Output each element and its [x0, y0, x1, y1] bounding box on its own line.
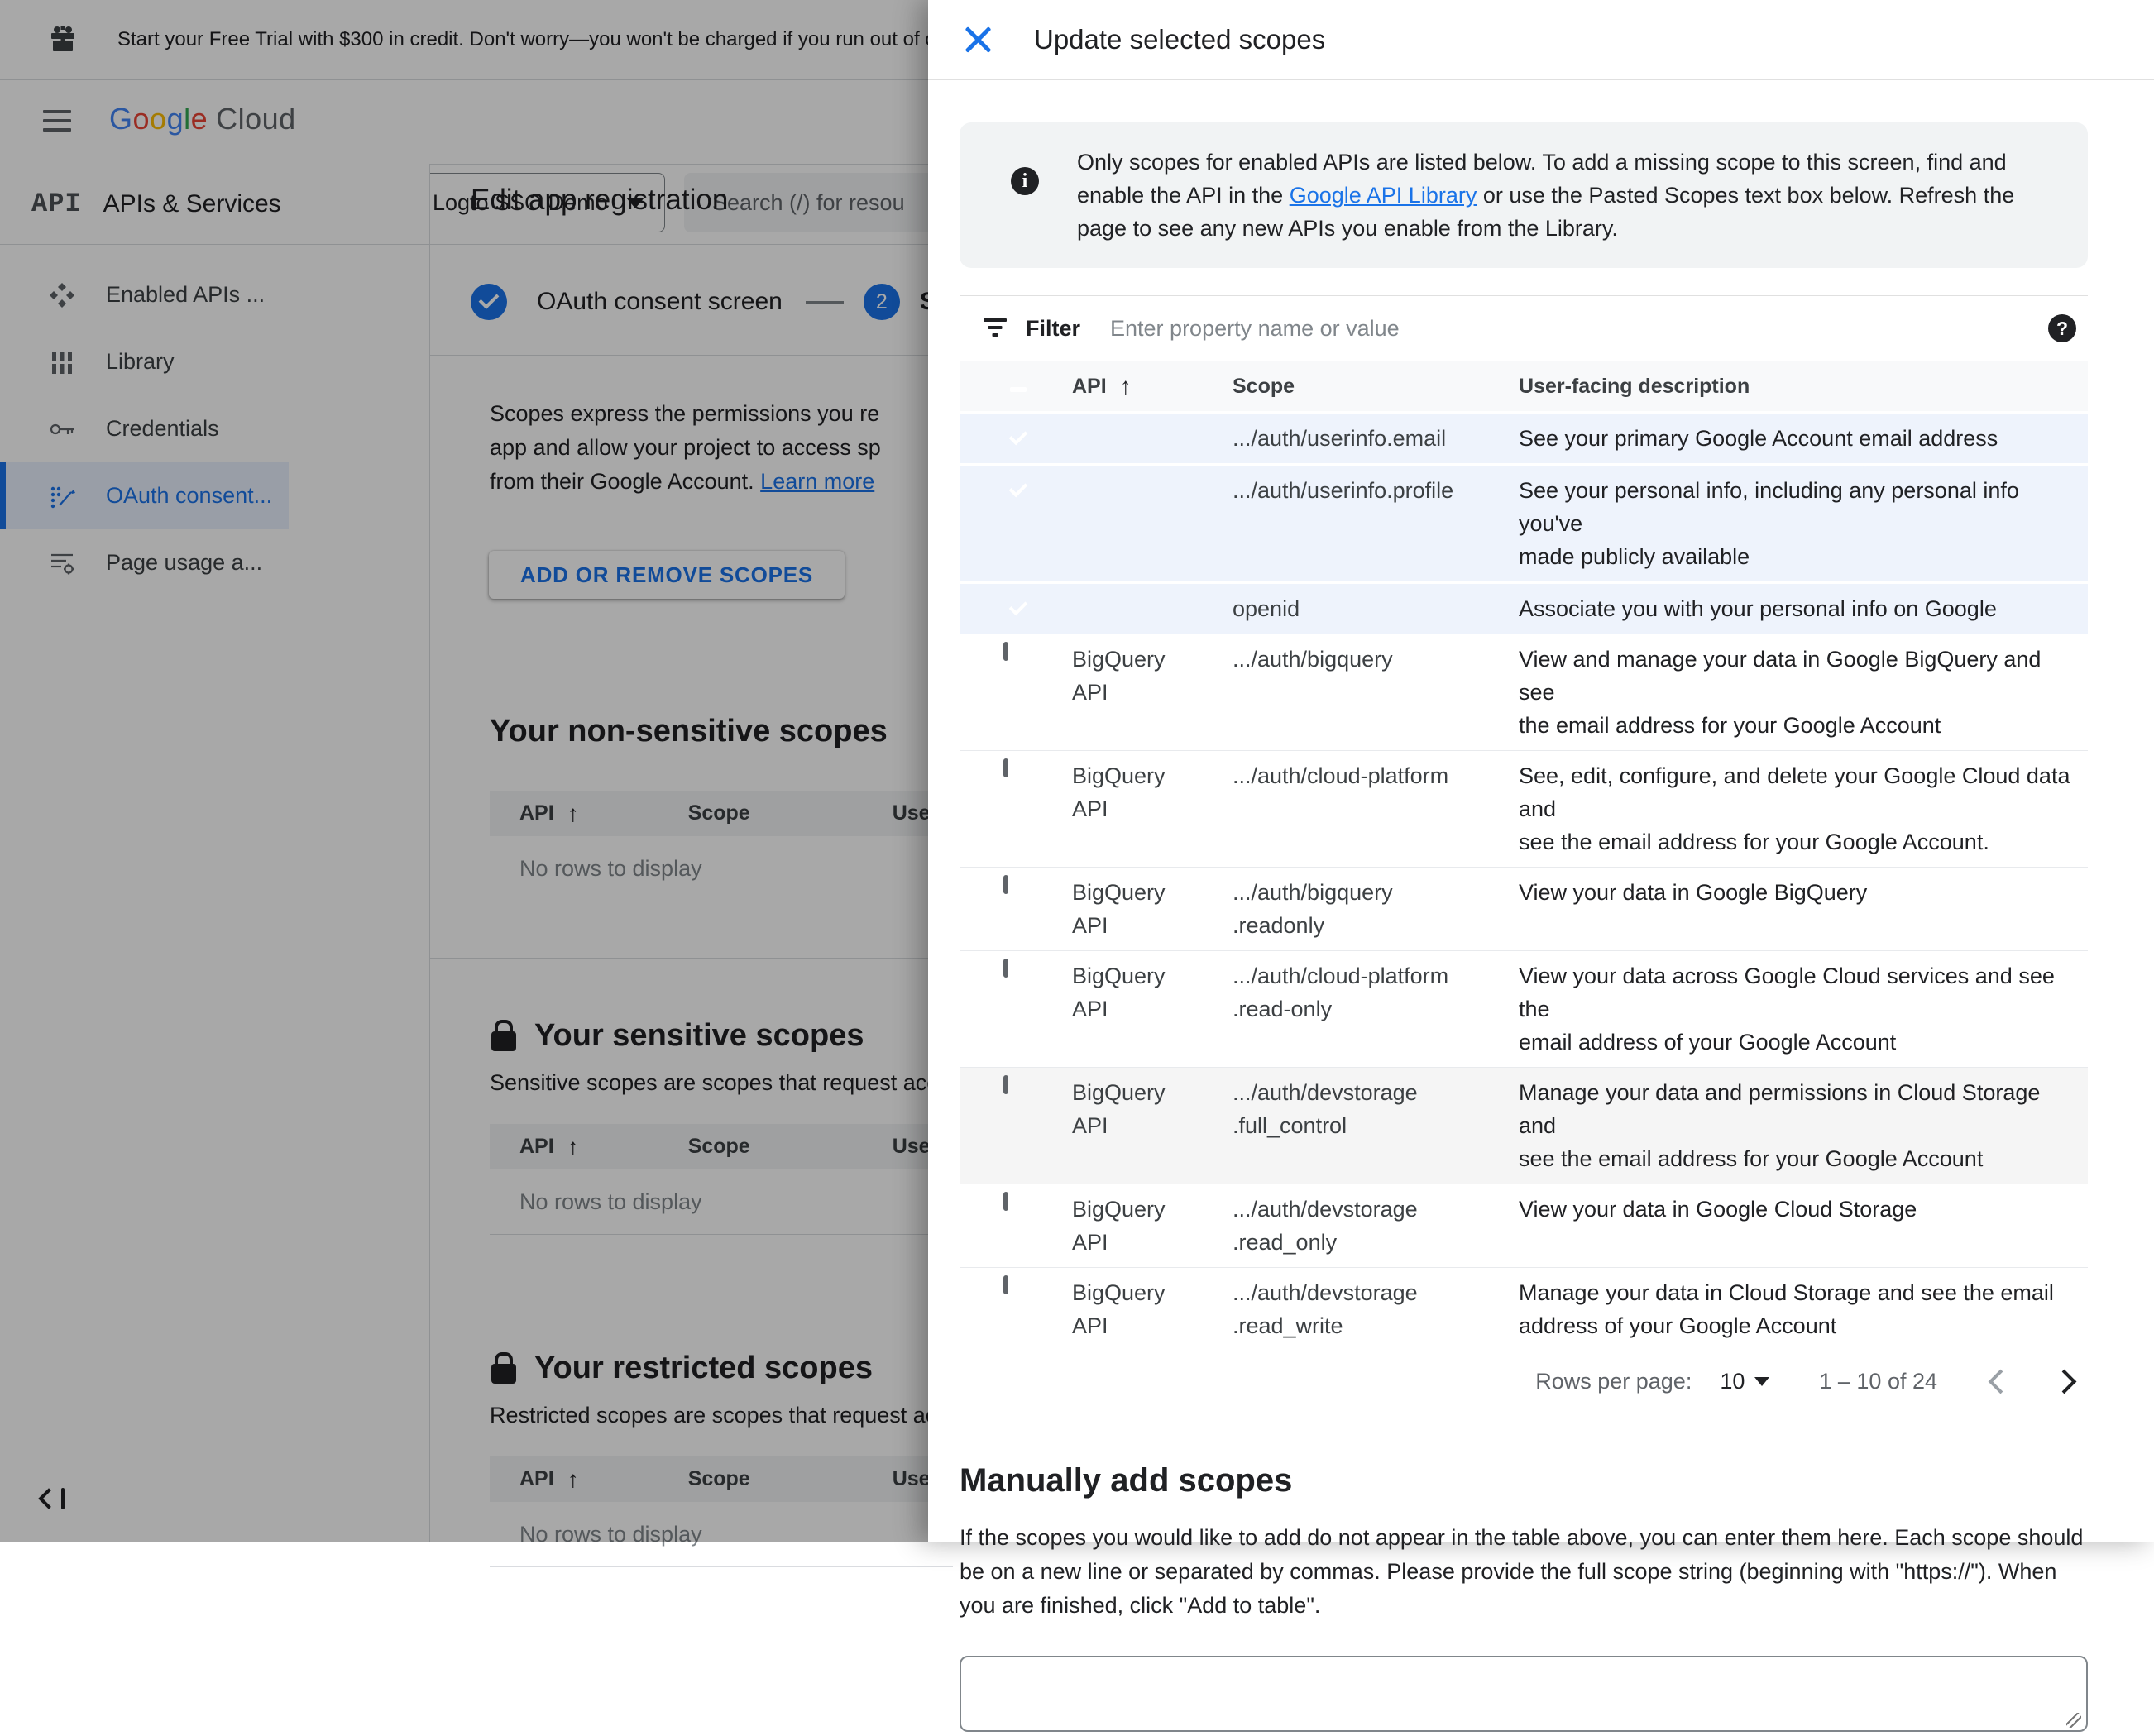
scope-row-checkbox[interactable]: [1003, 875, 1008, 894]
rows-per-page-select[interactable]: 10: [1720, 1369, 1770, 1394]
info-banner: i Only scopes for enabled APIs are liste…: [960, 122, 2088, 268]
scope-value: .../auth/bigquery: [1233, 647, 1393, 672]
scope-description: See your personal info, including any pe…: [1519, 478, 2019, 569]
scope-value: .../auth/userinfo.email: [1233, 426, 1447, 451]
help-icon[interactable]: ?: [2048, 314, 2076, 342]
scope-row-checkbox[interactable]: [1003, 758, 1008, 777]
scope-description: View and manage your data in Google BigQ…: [1519, 647, 2042, 738]
scope-row-checkbox[interactable]: [1003, 1275, 1008, 1294]
scope-value: .../auth/cloud-platform .read-only: [1233, 964, 1449, 1021]
filter-label: Filter: [1026, 315, 1081, 341]
manually-add-scopes-heading: Manually add scopes: [960, 1462, 1293, 1499]
pagination-bar: Rows per page: 10 1 – 10 of 24: [960, 1351, 2088, 1411]
scope-table-row[interactable]: BigQuery API .../auth/devstorage .full_co…: [960, 1067, 2088, 1184]
scope-api: [1072, 414, 1233, 463]
scope-value: .../auth/devstorage .read_only: [1233, 1197, 1418, 1255]
scope-table-row[interactable]: BigQuery API .../auth/devstorage .read_on…: [960, 1184, 2088, 1267]
scope-row-checkbox[interactable]: [1003, 1192, 1008, 1211]
scopes-table-header: API ↑ Scope User-facing description: [960, 361, 2088, 411]
info-icon: i: [1011, 167, 1039, 195]
scope-api: BigQuery API: [1072, 763, 1166, 821]
pagination-range: 1 – 10 of 24: [1819, 1368, 1937, 1394]
sort-ascending-icon: ↑: [1119, 373, 1132, 399]
scope-table-row[interactable]: openid Associate you with your personal i…: [960, 581, 2088, 634]
scope-api: BigQuery API: [1072, 1197, 1166, 1255]
scope-description: See, edit, configure, and delete your Go…: [1519, 763, 2070, 854]
scope-value: openid: [1233, 596, 1300, 621]
filter-icon: [983, 318, 1008, 339]
column-header-description: User-facing description: [1519, 374, 1750, 398]
scope-table-row[interactable]: BigQuery API .../auth/bigquery .readonly V…: [960, 867, 2088, 950]
scope-row-checkbox[interactable]: [1003, 959, 1008, 978]
panel-header: Update selected scopes: [928, 0, 2154, 80]
previous-page-icon[interactable]: [1988, 1369, 2013, 1394]
scope-api: [1072, 466, 1233, 581]
scope-value: .../auth/bigquery .readonly: [1233, 880, 1393, 938]
scope-api: [1072, 584, 1233, 634]
scope-description: View your data across Google Cloud servi…: [1519, 964, 2055, 1055]
filter-input[interactable]: [1108, 314, 2048, 342]
scope-value: .../auth/userinfo.profile: [1233, 478, 1454, 503]
scope-table-row[interactable]: .../auth/userinfo.email See your primary …: [960, 411, 2088, 463]
manually-add-scopes-description: If the scopes you would like to add do n…: [960, 1525, 2084, 1618]
scope-table-row[interactable]: BigQuery API .../auth/bigquery View and ma…: [960, 634, 2088, 750]
scope-description: View your data in Google BigQuery: [1519, 880, 1868, 905]
scope-api: BigQuery API: [1072, 1280, 1166, 1338]
chevron-down-icon: [1754, 1376, 1770, 1386]
scopes-table: API ↑ Scope User-facing description .../a…: [960, 361, 2088, 1351]
scope-table-row[interactable]: BigQuery API .../auth/cloud-platform .rea…: [960, 950, 2088, 1067]
scope-api: BigQuery API: [1072, 964, 1166, 1021]
scope-description: Manage your data in Cloud Storage and se…: [1519, 1280, 2054, 1338]
scope-description: Manage your data and permissions in Clou…: [1519, 1080, 2041, 1171]
panel-title: Update selected scopes: [1034, 24, 1326, 55]
scope-value: .../auth/cloud-platform: [1233, 763, 1449, 788]
close-icon[interactable]: [963, 25, 993, 55]
info-text: Only scopes for enabled APIs are listed …: [1077, 150, 2015, 241]
scope-api: BigQuery API: [1072, 880, 1166, 938]
column-header-api[interactable]: API ↑: [1072, 373, 1233, 399]
scope-value: .../auth/devstorage .full_control: [1233, 1080, 1418, 1138]
column-header-scope: Scope: [1233, 374, 1295, 398]
manual-scopes-textarea[interactable]: [960, 1656, 2088, 1732]
scope-api: BigQuery API: [1072, 647, 1166, 705]
scope-description: View your data in Google Cloud Storage: [1519, 1197, 1917, 1222]
scope-description: Associate you with your personal info on…: [1519, 596, 1997, 621]
scope-row-checkbox[interactable]: [1003, 1075, 1008, 1094]
scope-description: See your primary Google Account email ad…: [1519, 426, 1998, 451]
rows-per-page-label: Rows per page:: [1535, 1368, 1692, 1394]
filter-bar: Filter ?: [960, 295, 2088, 361]
next-page-icon[interactable]: [2051, 1369, 2077, 1394]
scope-row-checkbox[interactable]: [1003, 642, 1008, 661]
scope-value: .../auth/devstorage .read_write: [1233, 1280, 1418, 1338]
update-scopes-panel: Update selected scopes i Only scopes for…: [928, 0, 2154, 1732]
google-api-library-link[interactable]: Google API Library: [1290, 183, 1477, 208]
scope-api: BigQuery API: [1072, 1080, 1166, 1138]
scope-table-row[interactable]: .../auth/userinfo.profile See your person…: [960, 463, 2088, 581]
scope-table-row[interactable]: BigQuery API .../auth/cloud-platform See, …: [960, 750, 2088, 867]
scope-table-row[interactable]: BigQuery API .../auth/devstorage .read_wr…: [960, 1267, 2088, 1351]
